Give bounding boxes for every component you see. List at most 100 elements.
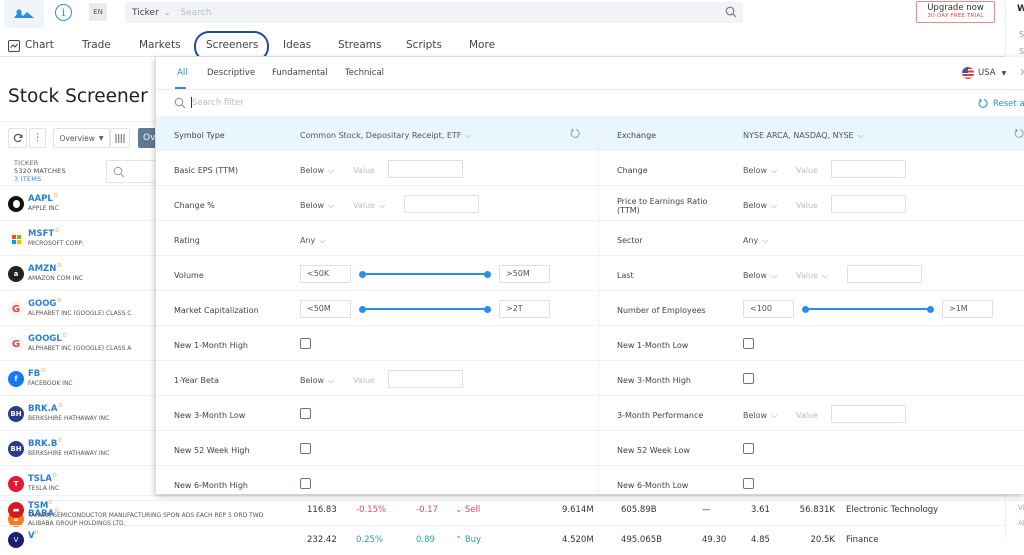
filter-checkbox[interactable] — [300, 408, 311, 419]
nav-chart[interactable]: Chart — [25, 39, 54, 51]
table-row[interactable]: BH BRK.BD BERKSHIRE HATHAWAY INC — [0, 430, 160, 465]
refresh-button[interactable] — [8, 128, 27, 148]
items-count[interactable]: 3 ITEMS — [14, 175, 41, 183]
filter-select[interactable]: Any ⌵ — [743, 236, 768, 246]
watchlist-footer-item[interactable]: Al — [1018, 519, 1024, 527]
value-input[interactable] — [831, 160, 906, 178]
value-input[interactable] — [404, 195, 479, 213]
range-min-input[interactable]: <50M — [300, 300, 351, 318]
filter-checkbox[interactable] — [300, 338, 311, 349]
ticker-symbol[interactable]: TSLAD — [28, 473, 57, 484]
value-select[interactable]: Value — [796, 201, 818, 210]
ticker-symbol[interactable]: MSFTD — [28, 228, 59, 239]
ticker-search-button[interactable] — [106, 160, 160, 183]
country-select[interactable]: USA ▼ — [962, 67, 1006, 79]
range-slider-min-handle[interactable] — [359, 270, 366, 278]
value-input[interactable] — [831, 405, 906, 423]
ticker-symbol[interactable]: GOOGD — [28, 298, 61, 309]
filter-checkbox[interactable] — [743, 338, 754, 349]
value-select[interactable]: Value — [796, 166, 818, 175]
search-type-select[interactable]: Ticker — [132, 8, 159, 18]
operator-select[interactable]: Below ⌵ — [743, 166, 777, 176]
value-select[interactable]: Value ⌵ — [353, 201, 385, 211]
operator-select[interactable]: Below ⌵ — [743, 271, 777, 281]
value-select[interactable]: Value — [796, 411, 818, 420]
filter-checkbox[interactable] — [743, 478, 754, 489]
table-row[interactable]: AAPLD APPLE INC — [0, 185, 160, 220]
watchlist-column-symbol[interactable]: Sy — [1019, 30, 1024, 39]
tab-all[interactable]: All — [177, 68, 188, 78]
tab-descriptive[interactable]: Descriptive — [207, 68, 255, 78]
ticker-symbol[interactable]: AAPLD — [28, 193, 58, 204]
value-select[interactable]: Value ⌵ — [796, 271, 828, 281]
table-row[interactable]: f FBD FACEBOOK INC — [0, 360, 160, 395]
range-slider-max-handle[interactable] — [484, 270, 491, 278]
range-max-input[interactable]: >50M — [499, 265, 550, 283]
symbol-search-bar[interactable]: Ticker ⌄ Search — [125, 2, 743, 23]
tab-fundamental[interactable]: Fundamental — [272, 68, 328, 78]
search-input[interactable]: Search — [181, 8, 212, 18]
filter-checkbox[interactable] — [300, 478, 311, 489]
filter-checkbox[interactable] — [743, 373, 754, 384]
filter-checkbox[interactable] — [743, 443, 754, 454]
ticker-symbol[interactable]: FBD — [28, 368, 45, 379]
nav-more[interactable]: More — [469, 39, 495, 51]
operator-select[interactable]: Below ⌵ — [300, 376, 334, 386]
value-select[interactable]: Value — [353, 376, 375, 385]
language-button[interactable]: EN — [89, 3, 107, 21]
filter-select[interactable]: NYSE ARCA, NASDAQ, NYSE ⌵ — [743, 131, 864, 141]
range-max-input[interactable]: >1M — [942, 300, 993, 318]
ticker-column-header[interactable]: TICKER — [14, 159, 39, 167]
table-row[interactable]: G GOOGD ALPHABET INC (GOOGLE) CLASS C — [0, 290, 160, 325]
ticker-symbol[interactable]: AMZND — [28, 263, 61, 274]
range-max-input[interactable]: >2T — [499, 300, 550, 318]
range-slider-max-handle[interactable] — [927, 305, 934, 313]
table-row[interactable]: a AMZND AMAZON COM INC — [0, 255, 160, 290]
table-row[interactable]: G GOOGLD ALPHABET INC (GOOGLE) CLASS A — [0, 325, 160, 360]
table-row[interactable]: BH BRK.AD BERKSHIRE HATHAWAY INC — [0, 395, 160, 430]
tab-technical[interactable]: Technical — [345, 68, 384, 78]
filter-select[interactable]: Any ⌵ — [300, 236, 325, 246]
value-input[interactable] — [388, 160, 463, 178]
nav-trade[interactable]: Trade — [82, 39, 111, 51]
filter-select[interactable]: Common Stock, Depositary Receipt, ETF ⌵ — [300, 131, 471, 141]
reset-all-button[interactable]: Reset all — [978, 98, 1024, 109]
more-options-button[interactable]: ⋮ — [29, 128, 46, 148]
range-slider-track[interactable] — [362, 308, 487, 310]
range-slider-min-handle[interactable] — [359, 305, 366, 313]
view-select[interactable]: Overview ▼ — [53, 128, 110, 148]
range-slider-max-handle[interactable] — [484, 305, 491, 313]
value-select[interactable]: Value — [353, 166, 375, 175]
operator-select[interactable]: Below ⌵ — [300, 166, 334, 176]
watchlist-row[interactable]: St — [1019, 47, 1024, 56]
ticker-symbol[interactable]: BRK.BD — [28, 438, 62, 449]
value-input[interactable] — [847, 265, 922, 283]
nav-scripts[interactable]: Scripts — [406, 39, 442, 51]
nav-markets[interactable]: Markets — [139, 39, 181, 51]
nav-ideas[interactable]: Ideas — [283, 39, 311, 51]
range-min-input[interactable]: <50K — [300, 265, 351, 283]
filter-search-input[interactable]: Search filter — [192, 98, 244, 108]
tradingview-logo-icon[interactable] — [4, 0, 44, 28]
table-row[interactable]: MSFTD MICROSOFT CORP. — [0, 220, 160, 255]
upgrade-button[interactable]: Upgrade now 30-DAY FREE TRIAL — [916, 1, 995, 23]
ticker-symbol[interactable]: TSMD — [28, 500, 52, 511]
operator-select[interactable]: Below ⌵ — [300, 201, 334, 211]
value-input[interactable] — [388, 370, 463, 388]
operator-select[interactable]: Below ⌵ — [743, 201, 777, 211]
ticker-symbol[interactable]: GOOGLD — [28, 333, 67, 344]
reset-filter-icon[interactable] — [1014, 128, 1024, 139]
filter-checkbox[interactable] — [300, 443, 311, 454]
range-slider-track[interactable] — [362, 273, 487, 275]
columns-button[interactable] — [110, 128, 130, 148]
watchlist-footer-item[interactable]: Vi — [1018, 504, 1024, 512]
ticker-symbol[interactable]: BRK.AD — [28, 403, 62, 414]
range-slider-min-handle[interactable] — [802, 305, 809, 313]
value-input[interactable] — [831, 195, 906, 213]
reset-filter-icon[interactable] — [570, 128, 581, 139]
close-icon[interactable]: ✕ — [1019, 66, 1024, 79]
search-icon[interactable] — [725, 6, 737, 18]
operator-select[interactable]: Below ⌵ — [743, 411, 777, 421]
range-min-input[interactable]: <100 — [743, 300, 794, 318]
nav-streams[interactable]: Streams — [338, 39, 381, 51]
